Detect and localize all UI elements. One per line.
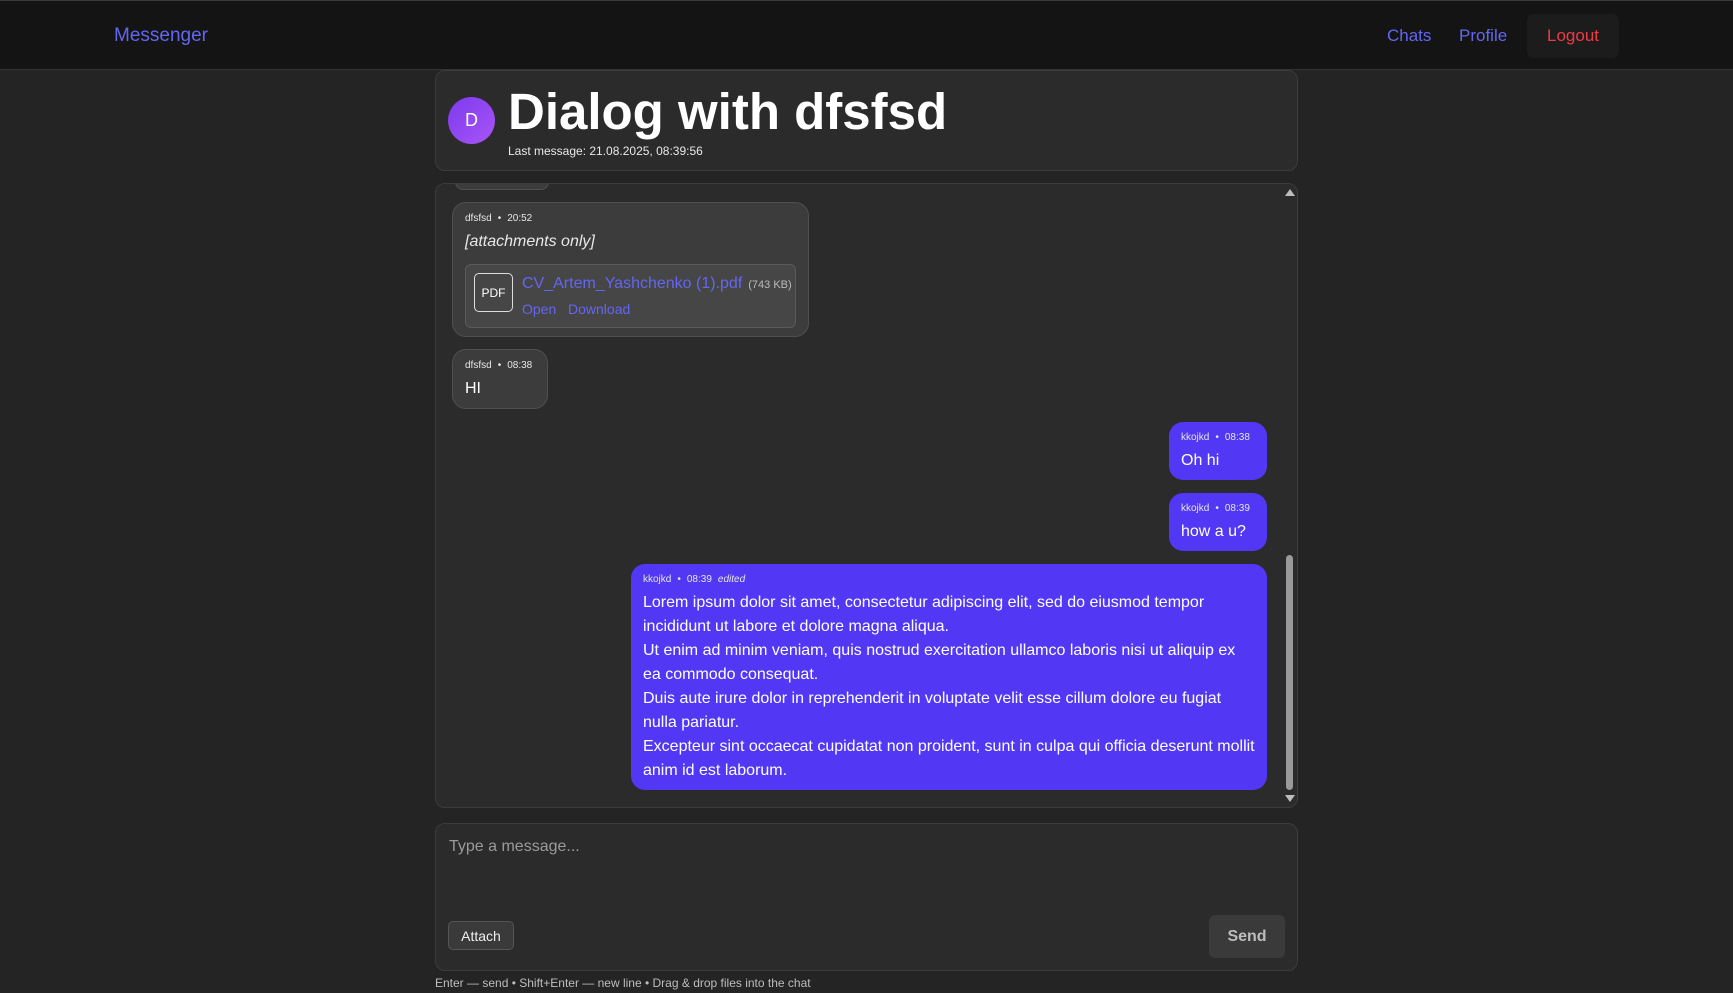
message-input[interactable] (447, 836, 1281, 920)
message-time: 08:38 (1224, 432, 1250, 443)
message-time: 08:39 (1224, 503, 1250, 514)
message-time: 08:39 (686, 574, 712, 585)
separator-dot: • (677, 574, 681, 585)
nav-chats-link[interactable]: Chats (1387, 26, 1431, 46)
message-text: HI (465, 380, 481, 397)
attachment-filename[interactable]: CV_Artem_Yashchenko (1).pdf (743 KB) (522, 275, 792, 293)
message-text: Lorem ipsum dolor sit amet, consectetur … (643, 594, 1255, 779)
message-outgoing: kkojkd • 08:39 edited Lorem ipsum dolor … (631, 564, 1267, 790)
message-outgoing: kkojkd • 08:39 how a u? (1169, 493, 1267, 551)
top-navbar: Messenger Chats Profile Logout (0, 0, 1733, 70)
pdf-file-icon: PDF (474, 273, 513, 312)
message-author: dfsfsd (465, 360, 492, 371)
message-author: kkojkd (1181, 432, 1210, 443)
message-time: 20:52 (507, 213, 533, 224)
separator-dot: • (1215, 503, 1219, 514)
file-attachment: PDF CV_Artem_Yashchenko (1).pdf (743 KB) … (465, 264, 796, 328)
page-title: Dialog with dfsfsd (508, 83, 948, 140)
dialog-header: D Dialog with dfsfsd Last message: 21.08… (435, 70, 1298, 171)
message-meta: kkojkd • 08:39 (1181, 503, 1255, 514)
message-list[interactable]: dfsfsd • 20:52 [attachments only] PDF CV… (435, 183, 1298, 808)
scrollbar-thumb[interactable] (1286, 555, 1293, 790)
message-incoming: dfsfsd • 08:38 HI (452, 349, 548, 409)
nav-profile-link[interactable]: Profile (1459, 26, 1507, 46)
message-author: kkojkd (1181, 503, 1210, 514)
message-text: [attachments only] (465, 233, 595, 250)
composer-hint: Enter — send • Shift+Enter — new line • … (435, 976, 811, 990)
scroll-up-arrow-icon[interactable] (1285, 189, 1295, 196)
attachment-filename-text[interactable]: CV_Artem_Yashchenko (1).pdf (522, 275, 742, 292)
separator-dot: • (497, 213, 502, 224)
brand-link[interactable]: Messenger (114, 25, 208, 47)
attach-button[interactable]: Attach (448, 921, 514, 950)
message-meta: kkojkd • 08:38 (1181, 432, 1255, 443)
message-outgoing: kkojkd • 08:38 Oh hi (1169, 422, 1267, 480)
logout-button[interactable]: Logout (1527, 14, 1619, 58)
attachment-size: (743 KB) (748, 279, 792, 291)
message-meta: dfsfsd • 20:52 (465, 213, 796, 224)
last-message-timestamp: Last message: 21.08.2025, 08:39:56 (508, 144, 703, 158)
attachment-download-link[interactable]: Download (568, 301, 630, 317)
message-text: how a u? (1181, 523, 1246, 540)
separator-dot: • (1215, 432, 1219, 443)
separator-dot: • (497, 360, 502, 371)
scroll-down-arrow-icon[interactable] (1285, 795, 1295, 802)
message-incoming: dfsfsd • 20:52 [attachments only] PDF CV… (452, 202, 809, 337)
message-composer: Attach Send (435, 823, 1298, 971)
previous-message-stub (455, 184, 549, 190)
avatar: D (448, 97, 495, 144)
message-author: kkojkd (643, 574, 672, 585)
send-button[interactable]: Send (1209, 915, 1285, 958)
scrollbar[interactable] (1285, 189, 1295, 802)
message-text: Oh hi (1181, 452, 1220, 469)
attachment-open-link[interactable]: Open (522, 301, 556, 317)
message-meta: kkojkd • 08:39 edited (643, 574, 1255, 585)
message-meta: dfsfsd • 08:38 (465, 360, 535, 371)
message-time: 08:38 (507, 360, 533, 371)
message-author: dfsfsd (465, 213, 492, 224)
edited-label: edited (717, 574, 746, 585)
